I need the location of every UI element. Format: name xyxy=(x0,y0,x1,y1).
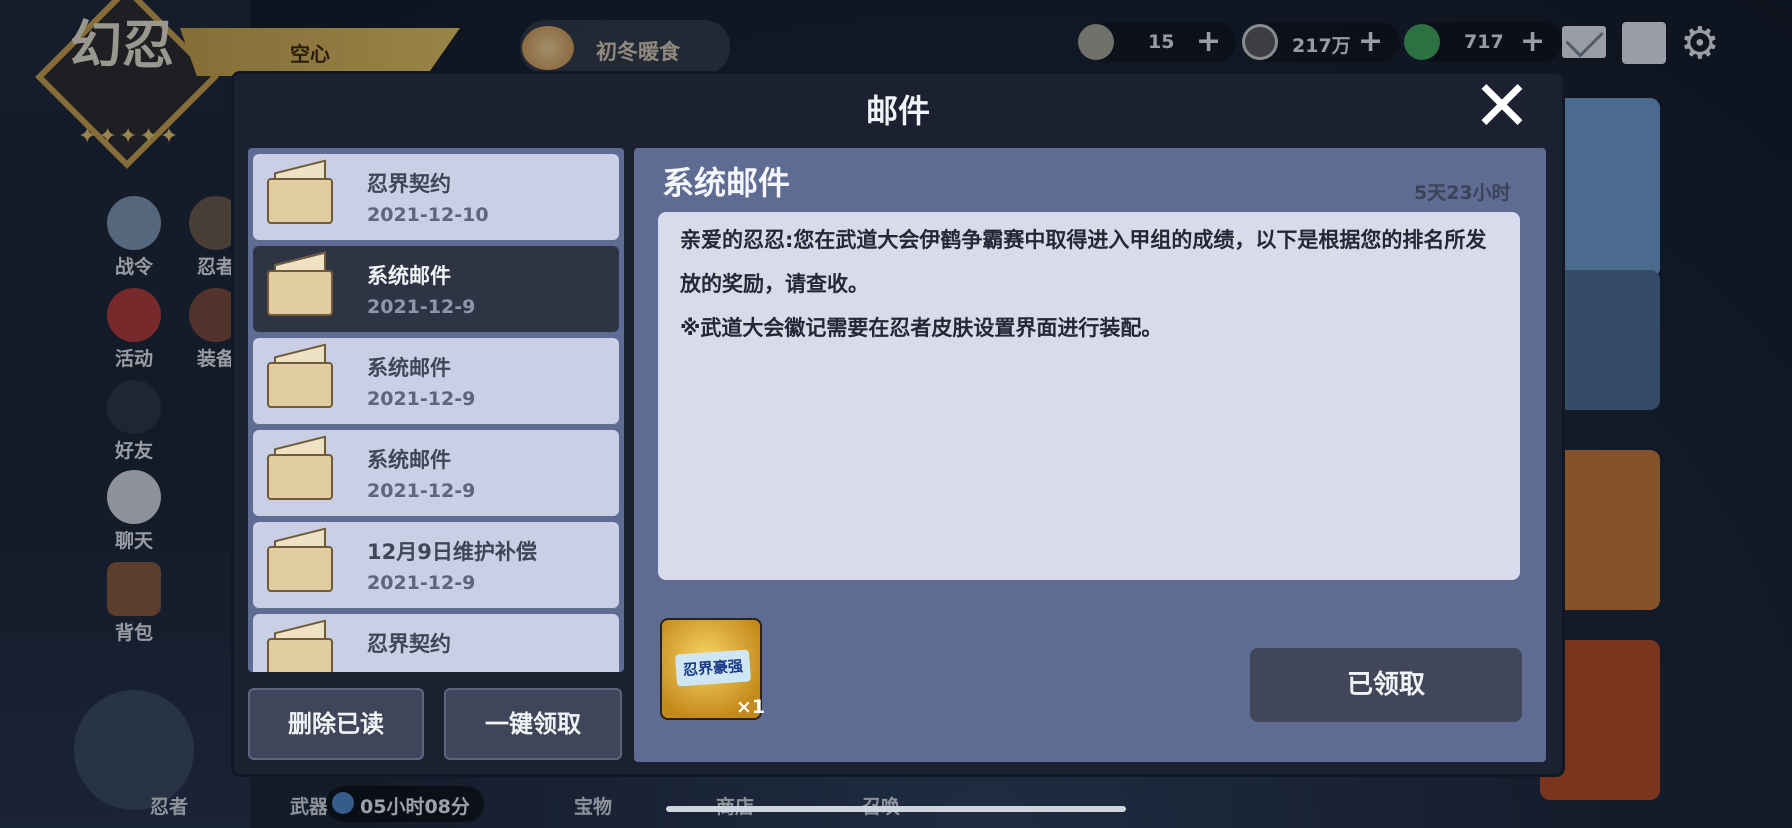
mail-list[interactable]: 忍界契约 2021-12-10 系统邮件 2021-12-9 系统邮件 2021… xyxy=(248,148,624,672)
attachment-badge: 忍界豪强 xyxy=(674,649,752,687)
mail-list-item[interactable]: 系统邮件 2021-12-9 xyxy=(253,430,619,516)
expire-time: 5天23小时 xyxy=(1414,182,1511,204)
mail-item-title: 系统邮件 xyxy=(367,264,451,288)
claim-all-button[interactable]: 一键领取 xyxy=(444,688,622,760)
envelope-icon xyxy=(267,435,333,500)
envelope-icon xyxy=(267,527,333,592)
mail-item-title: 12月9日维护补偿 xyxy=(367,540,537,564)
mail-list-item[interactable]: 系统邮件 2021-12-9 xyxy=(253,338,619,424)
envelope-icon xyxy=(267,251,333,316)
mail-item-date: 2021-12-10 xyxy=(367,204,489,226)
mail-item-title: 忍界契约 xyxy=(367,172,451,196)
envelope-icon xyxy=(267,343,333,408)
home-indicator xyxy=(666,806,1126,812)
mail-body-text: 亲爱的忍忍:您在武道大会伊鹤争霸赛中取得进入甲组的成绩，以下是根据您的排名所发放… xyxy=(680,218,1506,350)
mail-item-date: 2021-12-9 xyxy=(367,572,476,594)
envelope-icon xyxy=(267,159,333,224)
mail-list-item[interactable]: 忍界契约 xyxy=(253,614,619,672)
mail-body-note: ※武道大会徽记需要在忍者皮肤设置界面进行装配。 xyxy=(680,316,1163,340)
mail-item-title: 忍界契约 xyxy=(367,632,451,656)
mail-item-date: 2021-12-9 xyxy=(367,296,476,318)
mail-item-date: 2021-12-9 xyxy=(367,388,476,410)
mail-list-item[interactable]: 12月9日维护补偿 2021-12-9 xyxy=(253,522,619,608)
mail-item-date: 2021-12-9 xyxy=(367,480,476,502)
mail-item-title: 系统邮件 xyxy=(367,448,451,472)
delete-read-button[interactable]: 删除已读 xyxy=(248,688,424,760)
attachment-count: ×1 xyxy=(736,696,766,718)
mail-detail-title: 系统邮件 xyxy=(662,164,791,202)
dialog-title: 邮件 xyxy=(865,92,930,130)
claimed-button[interactable]: 已领取 xyxy=(1250,648,1522,722)
mail-list-item-selected[interactable]: 系统邮件 2021-12-9 xyxy=(253,246,619,332)
close-icon[interactable]: ✕ xyxy=(1470,71,1534,141)
mail-list-item[interactable]: 忍界契约 2021-12-10 xyxy=(253,154,619,240)
envelope-icon xyxy=(267,619,333,672)
mail-item-title: 系统邮件 xyxy=(367,356,451,380)
mail-body-paragraph: 亲爱的忍忍:您在武道大会伊鹤争霸赛中取得进入甲组的成绩，以下是根据您的排名所发放… xyxy=(680,228,1487,296)
